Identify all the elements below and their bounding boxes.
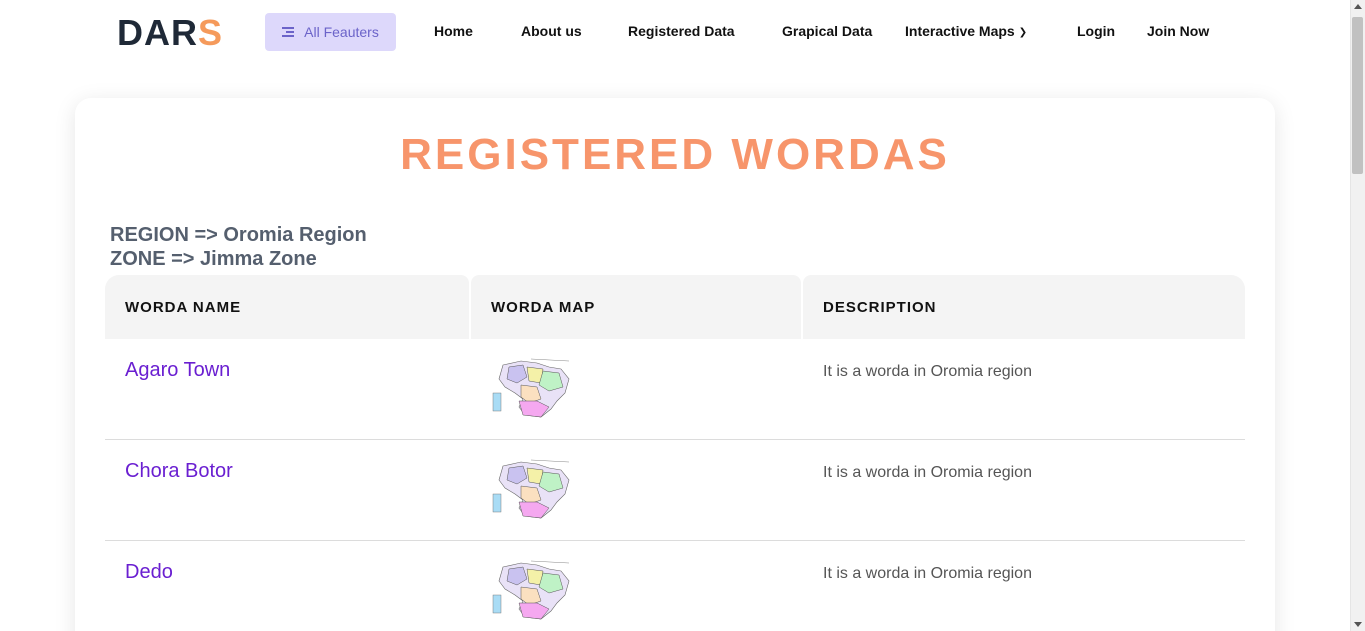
header-worda-name: WORDA NAME <box>105 275 469 339</box>
logo-accent: S <box>198 12 224 53</box>
nav-registered-data[interactable]: Registered Data <box>628 23 735 39</box>
nav-join-now[interactable]: Join Now <box>1147 23 1209 39</box>
worda-description: It is a worda in Oromia region <box>823 464 1032 481</box>
nav-login[interactable]: Login <box>1077 23 1115 39</box>
page-scrollbar[interactable] <box>1350 0 1365 631</box>
nav-interactive-maps[interactable]: Interactive Maps ❯ <box>905 23 1027 39</box>
worda-name-link[interactable]: Chora Botor <box>125 460 233 483</box>
scroll-thumb[interactable] <box>1352 17 1363 174</box>
nav-grapical-data[interactable]: Grapical Data <box>782 23 872 39</box>
header-worda-map: WORDA MAP <box>471 275 801 339</box>
top-navbar: DARS All Feauters Home About us Register… <box>0 0 1350 64</box>
table-row: Chora Botor It is a worda in Oromia regi… <box>105 440 1245 541</box>
all-features-button[interactable]: All Feauters <box>265 13 396 51</box>
table-row: Dedo It is a worda in Oromia region <box>105 541 1245 631</box>
page-title: REGISTERED WORDAS <box>400 130 950 179</box>
table-row: Agaro Town It is a worda in Oromia regio… <box>105 339 1245 440</box>
nav-interactive-maps-label: Interactive Maps <box>905 23 1015 39</box>
registered-wordas-card: REGISTERED WORDAS REGION => Oromia Regio… <box>75 98 1275 631</box>
chevron-down-icon: ❯ <box>1018 27 1028 38</box>
nav-home[interactable]: Home <box>434 23 473 39</box>
header-description: DESCRIPTION <box>803 275 1245 339</box>
worda-name-link[interactable]: Dedo <box>125 561 173 584</box>
nav-about-us[interactable]: About us <box>521 23 582 39</box>
region-zone-info: REGION => Oromia Region ZONE => Jimma Zo… <box>110 223 367 271</box>
worda-description: It is a worda in Oromia region <box>823 565 1032 582</box>
logo-main: DAR <box>117 12 198 53</box>
logo[interactable]: DARS <box>117 12 223 54</box>
worda-description: It is a worda in Oromia region <box>823 363 1032 380</box>
scroll-down-arrow-icon[interactable] <box>1354 622 1362 627</box>
menu-lines-icon <box>282 26 296 38</box>
region-line: REGION => Oromia Region <box>110 224 367 246</box>
worda-map-thumbnail-icon[interactable] <box>491 458 571 520</box>
wordas-table: WORDA NAME WORDA MAP DESCRIPTION Agaro T… <box>105 275 1245 631</box>
worda-name-link[interactable]: Agaro Town <box>125 359 230 382</box>
worda-map-thumbnail-icon[interactable] <box>491 357 571 419</box>
zone-line: ZONE => Jimma Zone <box>110 248 317 270</box>
table-header: WORDA NAME WORDA MAP DESCRIPTION <box>105 275 1245 339</box>
worda-map-thumbnail-icon[interactable] <box>491 559 571 621</box>
scroll-up-arrow-icon[interactable] <box>1354 4 1362 9</box>
all-features-label: All Feauters <box>304 24 379 40</box>
